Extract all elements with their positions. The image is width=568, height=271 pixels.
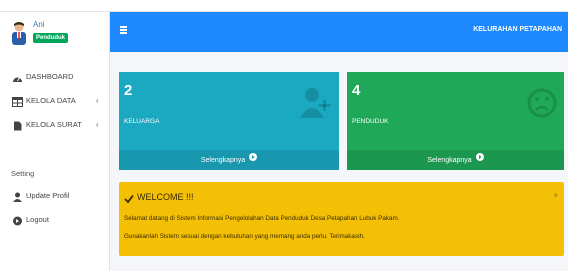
avatar	[10, 21, 28, 45]
table-icon	[12, 96, 23, 107]
user-plus-icon	[299, 86, 331, 120]
sidebar-item-kelola-surat[interactable]: KELOLA SURAT ‹	[0, 116, 110, 134]
keluarga-more-link[interactable]: Selengkapnya	[119, 150, 339, 170]
sidebar-item-logout[interactable]: Logout	[0, 211, 110, 229]
penduduk-count: 4	[352, 82, 361, 99]
header-bar: KELURAHAN PETAPAHAN	[110, 12, 568, 52]
sidebar-item-label: Logout	[26, 215, 49, 224]
alert-message-line2: Gunakanlah Sistem sesuai dengan kebutuha…	[124, 233, 365, 240]
keluarga-count: 2	[124, 82, 133, 99]
arrow-circle-right-icon	[475, 150, 484, 170]
sidebar-item-label: Update Profil	[26, 191, 70, 200]
user-icon	[12, 191, 23, 202]
header-title: KELURAHAN PETAPAHAN	[473, 26, 562, 33]
sidebar-item-update-profil[interactable]: Update Profil	[0, 187, 110, 205]
dashboard-icon	[12, 72, 23, 82]
penduduk-label: PENDUDUK	[352, 118, 389, 125]
welcome-alert: WELCOME !!! × Selamat datang di Sistem I…	[119, 182, 564, 256]
frown-icon	[526, 86, 558, 120]
penduduk-more-link[interactable]: Selengkapnya	[347, 150, 564, 170]
keluarga-box: 2 KELUARGA Selengkapnya	[119, 72, 339, 170]
sidebar-item-label: KELOLA DATA	[26, 96, 76, 105]
top-strip	[0, 0, 568, 12]
app: Ani Penduduk DASHBOARD KELOLA DATA ‹ KEL…	[0, 0, 568, 271]
sidebar-item-label: DASHBOARD	[26, 72, 74, 81]
alert-title: WELCOME !!!	[137, 192, 194, 202]
sidebar: Ani Penduduk DASHBOARD KELOLA DATA ‹ KEL…	[0, 12, 110, 271]
chevron-left-icon: ‹	[96, 96, 99, 105]
chevron-left-icon: ‹	[96, 120, 99, 129]
user-panel: Ani Penduduk	[8, 17, 108, 57]
penduduk-box: 4 PENDUDUK Selengkapnya	[347, 72, 564, 170]
user-name: Ani	[33, 20, 45, 29]
more-link-label: Selengkapnya	[427, 156, 472, 164]
logout-icon	[12, 215, 23, 226]
keluarga-label: KELUARGA	[124, 118, 160, 125]
file-icon	[12, 120, 23, 131]
role-badge: Penduduk	[33, 33, 69, 43]
check-icon	[124, 191, 134, 204]
sidebar-section-setting: Setting	[11, 169, 35, 178]
sidebar-item-label: KELOLA SURAT	[26, 120, 82, 129]
sidebar-item-kelola-data[interactable]: KELOLA DATA ‹	[0, 92, 110, 110]
hamburger-menu-icon[interactable]	[120, 25, 130, 35]
arrow-circle-right-icon	[249, 150, 258, 170]
alert-message-line1: Selamat datang di Sistem Informasi Penge…	[124, 215, 400, 222]
sidebar-item-dashboard[interactable]: DASHBOARD	[0, 68, 110, 86]
close-icon[interactable]: ×	[553, 191, 558, 200]
more-link-label: Selengkapnya	[200, 156, 246, 164]
